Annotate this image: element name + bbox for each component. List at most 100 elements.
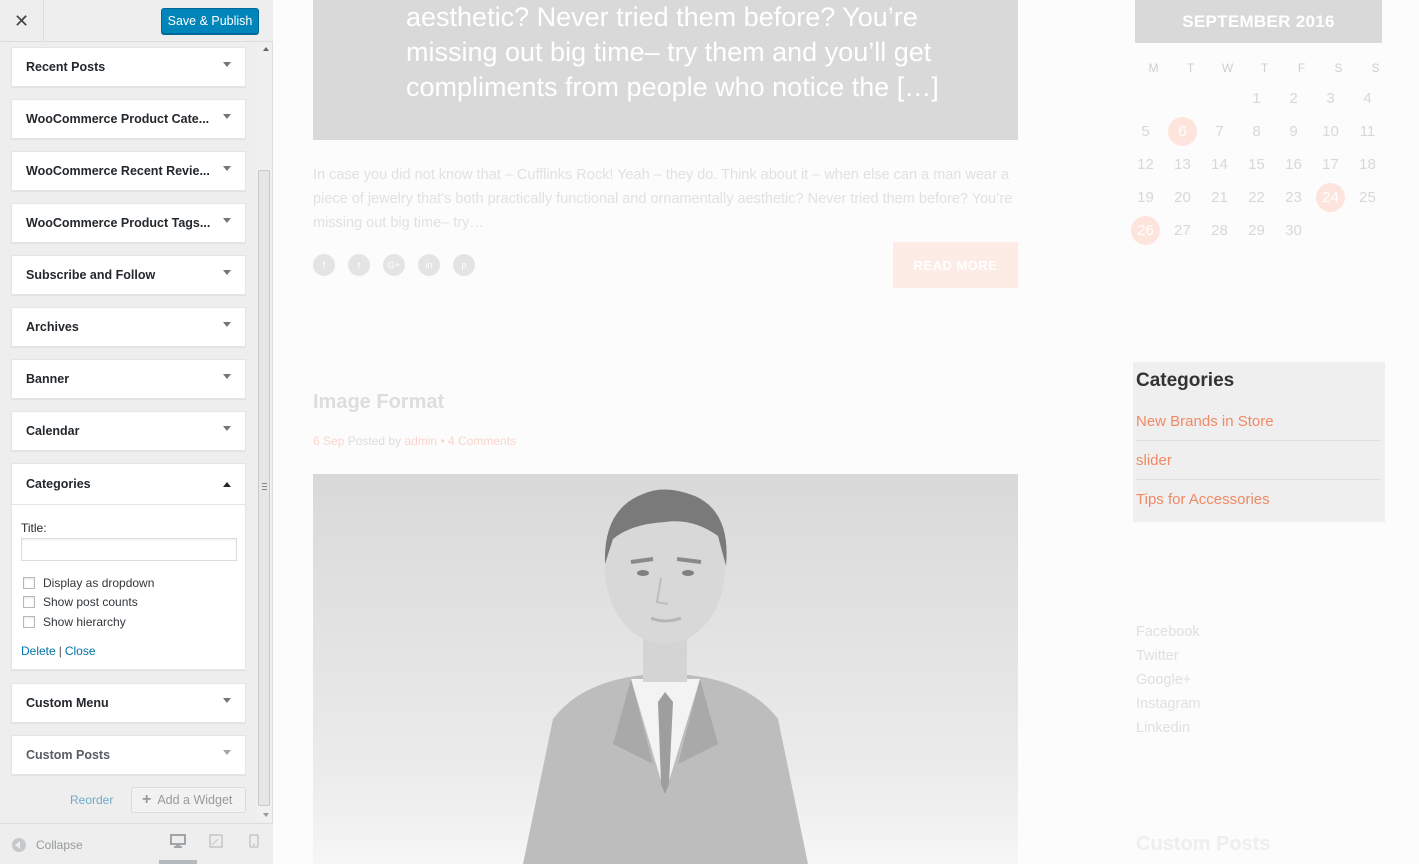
tablet-icon (209, 834, 223, 848)
weekday: S (1334, 61, 1343, 75)
read-more-button[interactable]: READ MORE (893, 242, 1018, 288)
social-link-google-plus[interactable]: Google+ (1136, 668, 1200, 692)
title-input[interactable] (21, 538, 237, 561)
calendar-day: 14 (1211, 156, 1228, 173)
scrollbar-thumb[interactable] (258, 170, 270, 806)
post-date[interactable]: 6 Sep (313, 434, 344, 448)
post-title[interactable]: Image Format (313, 391, 444, 414)
close-widget-link[interactable]: Close (65, 644, 96, 658)
save-publish-button[interactable]: Save & Publish (161, 8, 259, 34)
post-comments-link[interactable]: 4 Comments (448, 434, 516, 448)
calendar-empty-cell (1127, 82, 1164, 115)
widget-archives[interactable]: Archives (11, 307, 246, 347)
widget-title: Recent Posts (26, 60, 106, 74)
show-hierarchy-option[interactable]: Show hierarchy (23, 615, 126, 629)
calendar-day[interactable]: 6 (1168, 117, 1197, 146)
expand-arrow-icon[interactable] (223, 270, 231, 275)
scroll-down-arrow-icon[interactable] (263, 813, 269, 817)
expand-arrow-icon[interactable] (223, 750, 231, 755)
preview-desktop-button[interactable] (159, 834, 197, 864)
display-as-dropdown-option[interactable]: Display as dropdown (23, 576, 154, 590)
widget-title: Custom Posts (26, 748, 111, 762)
widget-subscribe-and-follow[interactable]: Subscribe and Follow (11, 255, 246, 295)
social-link-twitter[interactable]: Twitter (1136, 644, 1200, 668)
widget-title[interactable]: Categories (26, 477, 91, 491)
twitter-icon[interactable]: t (348, 254, 370, 276)
category-link[interactable]: Tips for Accessories (1136, 480, 1381, 519)
pinterest-icon[interactable]: p (453, 254, 475, 276)
expand-arrow-icon[interactable] (223, 62, 231, 67)
category-link[interactable]: New Brands in Store (1136, 402, 1381, 441)
checkbox[interactable] (23, 616, 35, 628)
post-author-link[interactable]: admin (404, 434, 437, 448)
widget-calendar[interactable]: Calendar (11, 411, 246, 451)
show-post-counts-option[interactable]: Show post counts (23, 595, 138, 609)
calendar-day: 11 (1359, 123, 1376, 140)
add-widget-button[interactable]: + Add a Widget (131, 787, 246, 813)
checkbox[interactable] (23, 577, 35, 589)
calendar-day: 22 (1248, 189, 1265, 206)
category-link[interactable]: slider (1136, 441, 1381, 480)
widget-custom-menu[interactable]: Custom Menu (11, 683, 246, 723)
calendar-day: 27 (1174, 222, 1191, 239)
title-field-label: Title: (21, 521, 47, 535)
checkbox[interactable] (23, 596, 35, 608)
widget-woocommerce-product-tags[interactable]: WooCommerce Product Tags... (11, 203, 246, 243)
calendar-day: 2 (1289, 90, 1298, 107)
widget-woocommerce-recent-reviews[interactable]: WooCommerce Recent Revie... (11, 151, 246, 191)
post-excerpt: In case you did not know that – Cufflink… (313, 167, 1013, 231)
facebook-icon[interactable]: f (313, 254, 335, 276)
calendar-day: 25 (1359, 189, 1376, 206)
preview-tablet-button[interactable] (197, 834, 235, 864)
preview-mobile-button[interactable] (235, 834, 273, 864)
calendar-day: 23 (1285, 189, 1302, 206)
close-customizer-button[interactable]: ✕ (0, 0, 44, 42)
widget-title: Custom Menu (26, 696, 109, 710)
calendar-day: 1 (1252, 90, 1261, 107)
categories-title: Categories (1136, 370, 1235, 391)
meta-dot: • (440, 434, 445, 448)
widget-custom-posts[interactable]: Custom Posts (11, 735, 246, 775)
expand-arrow-icon[interactable] (223, 374, 231, 379)
social-link-facebook[interactable]: Facebook (1136, 620, 1200, 644)
scroll-up-arrow-icon[interactable] (263, 47, 269, 51)
collapse-arrow-icon[interactable] (223, 482, 231, 487)
featured-image[interactable] (313, 474, 1018, 864)
featured-quote-box: aesthetic? Never tried them before? You’… (313, 0, 1018, 140)
expand-arrow-icon[interactable] (223, 426, 231, 431)
widget-title: WooCommerce Recent Revie... (26, 164, 210, 178)
calendar-day: 19 (1137, 189, 1154, 206)
expand-arrow-icon[interactable] (223, 322, 231, 327)
collapse-sidebar-button[interactable]: Collapse (12, 838, 83, 852)
calendar-day: 30 (1285, 222, 1302, 239)
widget-banner[interactable]: Banner (11, 359, 246, 399)
delete-widget-link[interactable]: Delete (21, 644, 56, 658)
calendar-day[interactable]: 24 (1316, 183, 1345, 212)
quote-text: aesthetic? Never tried them before? You’… (406, 2, 939, 102)
close-icon: ✕ (13, 10, 30, 32)
site-preview: aesthetic? Never tried them before? You’… (274, 0, 1419, 864)
widget-title: Banner (26, 372, 70, 386)
expand-arrow-icon[interactable] (223, 218, 231, 223)
calendar-day: 28 (1211, 222, 1228, 239)
collapse-icon (12, 838, 26, 852)
linkedin-icon[interactable]: in (418, 254, 440, 276)
custom-posts-heading: Custom Posts (1136, 833, 1271, 855)
weekday: T (1186, 61, 1195, 75)
widget-actions: Delete | Close (21, 644, 96, 658)
widget-recent-posts[interactable]: Recent Posts (11, 47, 246, 87)
actions-separator: | (58, 644, 62, 658)
calendar-grid: 1 2 3 4 5 6 7 8 9 10 11 12 13 14 15 16 17 18 19 20 21 22 23 24 2… (1127, 82, 1389, 247)
widget-title: WooCommerce Product Tags... (26, 216, 211, 230)
social-link-instagram[interactable]: Instagram (1136, 692, 1200, 716)
expand-arrow-icon[interactable] (223, 166, 231, 171)
social-link-linkedin[interactable]: Linkedin (1136, 716, 1200, 740)
google-plus-icon[interactable]: G+ (383, 254, 405, 276)
widget-title: WooCommerce Product Cate... (26, 112, 210, 126)
expand-arrow-icon[interactable] (223, 698, 231, 703)
expand-arrow-icon[interactable] (223, 114, 231, 119)
add-widget-label: Add a Widget (157, 793, 233, 807)
calendar-day[interactable]: 26 (1131, 216, 1160, 245)
widget-woocommerce-product-categories[interactable]: WooCommerce Product Cate... (11, 99, 246, 139)
reorder-link[interactable]: Reorder (70, 793, 113, 807)
